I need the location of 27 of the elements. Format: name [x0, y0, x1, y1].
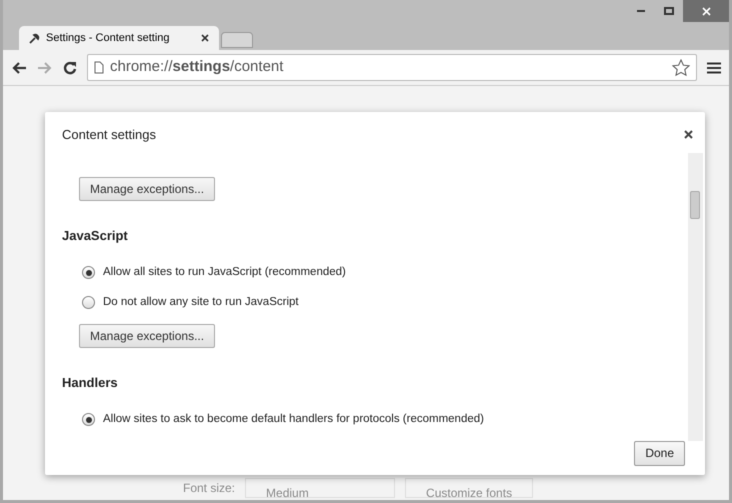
- radio-button[interactable]: [82, 296, 95, 309]
- browser-tab[interactable]: Settings - Content setting: [19, 26, 219, 50]
- done-button[interactable]: Done: [634, 440, 685, 466]
- tab-title: Settings - Content setting: [46, 30, 171, 46]
- close-button[interactable]: [683, 0, 729, 22]
- radio-button[interactable]: [82, 266, 95, 279]
- section-heading: JavaScript: [62, 228, 128, 242]
- page-icon: [94, 61, 104, 74]
- dialog-title: Content settings: [62, 126, 156, 144]
- radio-label: Allow all sites to run JavaScript (recommended): [103, 264, 346, 280]
- radio-label: Allow sites to ask to become default handlers for protocols (recommended): [103, 412, 484, 427]
- tab-close-icon[interactable]: [201, 34, 209, 42]
- address-bar[interactable]: chrome://settings/content: [87, 54, 697, 81]
- radio-button[interactable]: [82, 413, 95, 426]
- manage-exceptions-button[interactable]: Manage exceptions...: [79, 176, 216, 200]
- scrollbar[interactable]: [688, 152, 703, 440]
- reload-icon[interactable]: [63, 60, 77, 74]
- font-size-label: Font size:: [183, 480, 236, 497]
- close-icon[interactable]: [684, 130, 693, 140]
- radio-label: Do not allow any site to run JavaScript: [103, 294, 299, 310]
- manage-exceptions-button[interactable]: Manage exceptions...: [79, 324, 216, 348]
- close-icon: [702, 6, 710, 16]
- url-text: chrome://settings/content: [110, 57, 284, 78]
- menu-icon[interactable]: [707, 62, 721, 74]
- back-icon[interactable]: [11, 60, 27, 74]
- star-icon[interactable]: [672, 58, 690, 76]
- section-heading: Handlers: [62, 374, 118, 390]
